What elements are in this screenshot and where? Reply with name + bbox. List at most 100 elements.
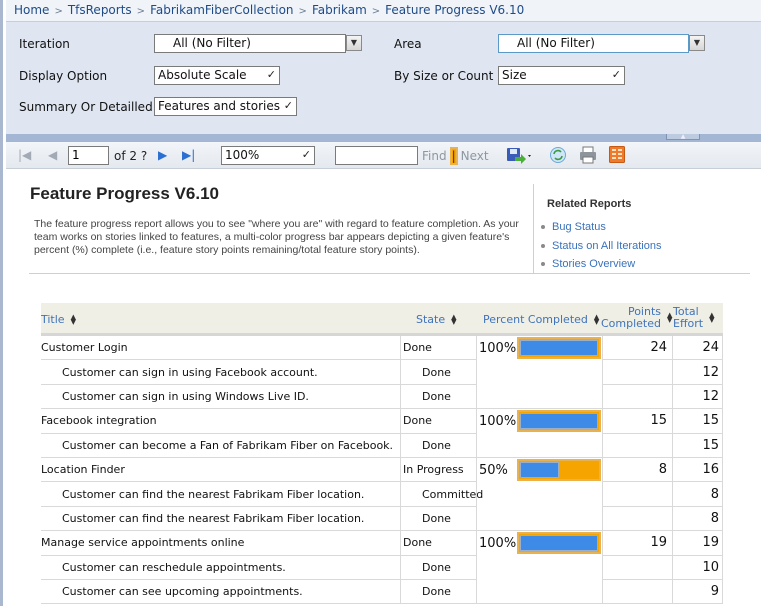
zoom-select[interactable]: 100% ✓: [221, 146, 315, 165]
title-cell: Manage service appointments online: [41, 531, 400, 556]
parameters-splitter: ▲: [6, 134, 761, 142]
points-completed-cell: [602, 384, 672, 410]
title-cell-text: Customer Login: [41, 341, 128, 355]
sort-icon[interactable]: ▲ ▼: [71, 313, 76, 325]
breadcrumb-collection[interactable]: FabrikamFiberCollection: [150, 3, 293, 17]
related-report-stories-overview[interactable]: Stories Overview: [552, 258, 635, 270]
column-header-percent[interactable]: Percent Completed ▲ ▼: [483, 313, 599, 326]
progress-bar: [517, 337, 601, 360]
next-page-icon[interactable]: ▶: [158, 148, 167, 162]
total-effort-cell: 16: [672, 457, 723, 483]
percent-text: 100%: [479, 340, 517, 356]
total-effort-cell-text: 12: [702, 364, 719, 380]
summary-or-detailled-select[interactable]: Features and stories ✓: [154, 97, 297, 116]
first-page-icon[interactable]: |◀: [18, 148, 31, 162]
total-effort-cell: 8: [672, 506, 723, 532]
total-effort-cell: 24: [672, 336, 723, 361]
sort-icon[interactable]: ▲ ▼: [451, 313, 456, 325]
column-total-label: Total Effort: [673, 306, 703, 330]
total-effort-cell-text: 8: [710, 486, 719, 502]
breadcrumb-separator: >: [136, 6, 146, 17]
bullet-icon: [541, 243, 545, 248]
sort-icon[interactable]: ▲ ▼: [667, 312, 672, 324]
previous-page-icon[interactable]: ◀: [48, 148, 57, 162]
story-row: Customer can see upcoming appointments. D…: [41, 579, 723, 605]
area-select[interactable]: All (No Filter): [498, 34, 689, 53]
related-report-bug-status[interactable]: Bug Status: [552, 221, 606, 233]
related-report-item: Stories Overview: [541, 255, 661, 274]
breadcrumb-separator: >: [54, 6, 63, 17]
state-cell: In Progress: [400, 457, 476, 483]
collapse-parameters-button[interactable]: ▲: [666, 134, 700, 140]
by-size-or-count-select[interactable]: Size ✓: [498, 66, 625, 85]
state-cell: Done: [400, 555, 476, 580]
print-icon: [580, 146, 596, 164]
bullet-icon: [541, 262, 545, 267]
find-separator: |: [449, 147, 458, 165]
column-total-label-line2: Effort: [673, 317, 704, 330]
title-cell: Customer can see upcoming appointments.: [41, 580, 400, 605]
refresh-button[interactable]: [549, 146, 567, 167]
column-header-state[interactable]: State ▲ ▼: [416, 313, 457, 326]
page-number-input[interactable]: 1: [68, 146, 109, 165]
points-completed-cell-text: 8: [658, 462, 667, 478]
area-label: Area: [394, 37, 422, 51]
find-input[interactable]: [335, 146, 418, 165]
title-cell: Location Finder: [41, 458, 400, 483]
sort-icon[interactable]: ▲ ▼: [709, 312, 714, 324]
caret-up-icon: ▲: [680, 133, 686, 140]
zoom-value: 100%: [225, 148, 260, 162]
title-cell-text: Customer can see upcoming appointments.: [62, 585, 303, 599]
total-effort-cell: 8: [672, 482, 723, 507]
breadcrumb-home[interactable]: Home: [14, 3, 49, 17]
export-button[interactable]: [506, 146, 532, 167]
total-effort-cell: 10: [672, 555, 723, 580]
column-header-points[interactable]: Points Completed ▲ ▼: [601, 306, 672, 330]
chevron-down-icon: ✓: [283, 99, 293, 112]
document-map-button[interactable]: [609, 146, 625, 166]
related-report-status-on-all-iterations[interactable]: Status on All Iterations: [552, 240, 661, 252]
title-cell: Facebook integration: [41, 409, 400, 434]
summary-or-detailled-label: Summary Or Detailled: [19, 100, 153, 114]
state-cell-text: Done: [422, 560, 451, 574]
next-link[interactable]: Next: [461, 149, 489, 163]
state-cell-text: Done: [422, 389, 451, 403]
percent-text: 100%: [479, 413, 517, 429]
table-header: Title ▲ ▼ State ▲ ▼ Percent Completed ▲ ▼ Poin…: [41, 303, 723, 336]
column-state-label: State: [416, 313, 446, 326]
percent-cell: [476, 384, 602, 410]
feature-row: Facebook integration Done 100% 15 15: [41, 409, 723, 434]
breadcrumb-separator: >: [371, 6, 381, 17]
column-header-total[interactable]: Total Effort ▲ ▼: [673, 306, 715, 330]
breadcrumb-tfsreports[interactable]: TfsReports: [68, 3, 132, 17]
feature-row: Location Finder In Progress 50% 8 16: [41, 457, 723, 483]
last-page-icon[interactable]: ▶|: [182, 148, 195, 162]
display-option-label: Display Option: [19, 69, 108, 83]
parameters-panel: Iteration All (No Filter) ▼ Area All (No…: [6, 22, 761, 134]
iteration-select[interactable]: All (No Filter): [154, 34, 346, 53]
table-body: Customer Login Done 100% 24 24 Customer can s…: [41, 336, 723, 605]
related-report-item: Bug Status: [541, 218, 661, 237]
by-size-or-count-value: Size: [502, 68, 527, 82]
report-description: The feature progress report allows you t…: [34, 218, 519, 256]
column-header-title[interactable]: Title ▲ ▼: [41, 313, 76, 326]
column-points-label-line2: Completed: [601, 317, 661, 330]
sort-icon[interactable]: ▲ ▼: [594, 313, 599, 325]
percent-cell: [476, 482, 602, 507]
state-cell: Done: [400, 579, 476, 605]
state-cell: Done: [400, 409, 476, 434]
display-option-select[interactable]: Absolute Scale ✓: [154, 66, 280, 85]
print-button[interactable]: [579, 146, 597, 167]
area-dropdown-button[interactable]: ▼: [689, 35, 705, 51]
find-links: Find | Next: [422, 147, 489, 165]
iteration-dropdown-button[interactable]: ▼: [346, 35, 362, 51]
points-completed-cell-text: 15: [650, 413, 667, 429]
title-cell: Customer can sign in using Facebook acco…: [41, 360, 400, 385]
state-cell-text: Done: [403, 341, 432, 355]
story-row: Customer can become a Fan of Fabrikam Fi…: [41, 433, 723, 458]
report-body: Feature Progress V6.10 The feature progr…: [6, 170, 761, 606]
total-effort-cell-text: 15: [702, 413, 719, 429]
find-link[interactable]: Find: [422, 149, 447, 163]
total-effort-cell-text: 15: [702, 437, 719, 453]
breadcrumb-project[interactable]: Fabrikam: [312, 3, 367, 17]
